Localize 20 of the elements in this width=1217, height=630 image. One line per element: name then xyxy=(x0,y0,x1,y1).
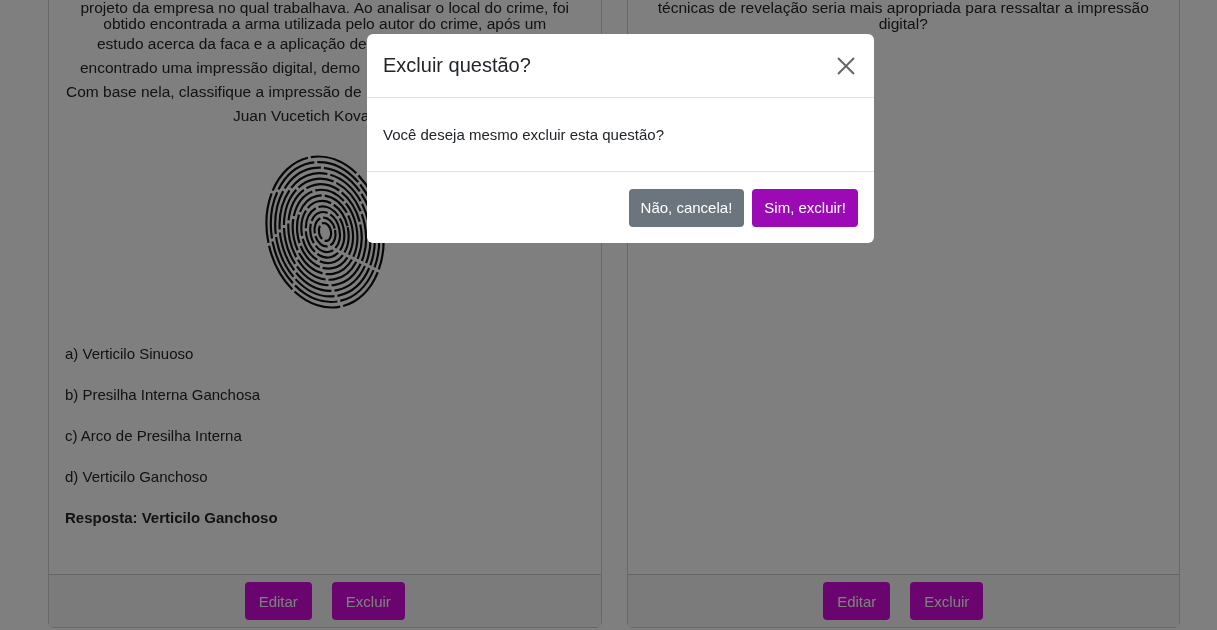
question-text-line: Com base nela, classifique a impressão de xyxy=(66,82,362,102)
cancel-button[interactable]: Não, cancela! xyxy=(628,188,745,227)
answer-option: a) Verticilo Sinuoso xyxy=(65,342,585,365)
delete-button[interactable]: Excluir xyxy=(910,582,984,620)
answer-option: d) Verticilo Ganchoso xyxy=(65,465,585,488)
edit-button[interactable]: Editar xyxy=(823,582,891,620)
dialog-message: Você deseja mesmo excluir esta questão? xyxy=(383,126,664,143)
question-text-line: encontrado uma impressão digital, demo xyxy=(80,58,360,78)
dialog-title: Excluir questão? xyxy=(383,54,531,77)
answer-option: b) Presilha Interna Ganchosa xyxy=(65,383,585,406)
answer-option: c) Arco de Presilha Interna xyxy=(65,424,585,447)
question-text-line: obtido encontrada a arma utilizada pelo autor do crime, após um xyxy=(103,16,548,32)
question-text-line: projeto da empresa no qual trabalhava. Ao analisar o local do crime, foi xyxy=(79,0,570,16)
question-text-line: estudo acerca da faca e a aplicação de xyxy=(97,34,367,54)
answer-text: Resposta: Verticilo Ganchoso xyxy=(65,508,279,528)
edit-button[interactable]: Editar xyxy=(244,582,312,620)
confirm-button[interactable]: Sim, excluir! xyxy=(752,188,858,227)
delete-button[interactable]: Excluir xyxy=(331,582,405,620)
question-text-line: técnicas de revelação seria mais apropriada para ressaltar a impressão xyxy=(656,0,1150,16)
question-text-line: digital? xyxy=(877,16,928,32)
